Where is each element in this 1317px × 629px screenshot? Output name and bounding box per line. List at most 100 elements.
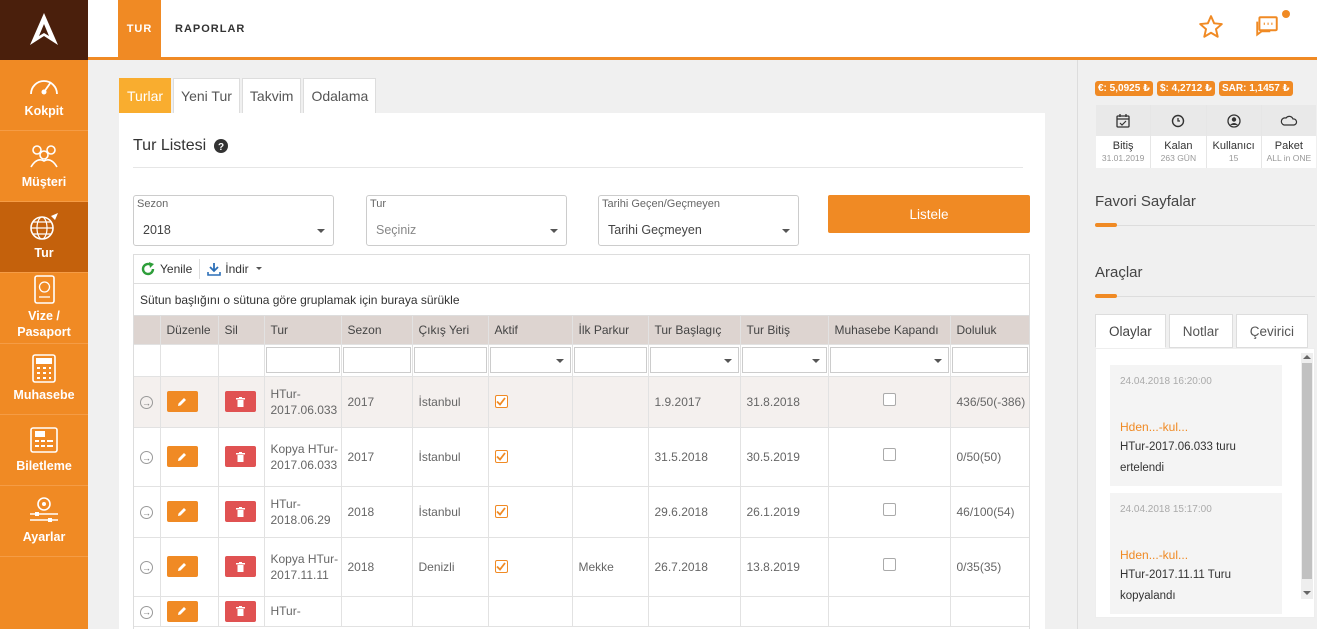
tour-table: Düzenle Sil Tur Sezon Çıkış Yeri Aktif İ… (134, 316, 1029, 627)
column-header[interactable]: Tur Bitiş (740, 316, 829, 345)
sidebar-item-label: Biletleme (16, 459, 72, 474)
delete-button[interactable] (224, 501, 256, 522)
expand-row-icon[interactable]: → (140, 396, 153, 409)
sidebar-item-biletleme[interactable]: Biletleme (0, 415, 88, 486)
refresh-button[interactable]: Yenile (140, 261, 192, 277)
edit-button[interactable] (166, 556, 198, 577)
star-icon[interactable] (1198, 14, 1224, 40)
muhasebe-kapandi-checkbox[interactable] (882, 558, 896, 571)
check-icon (496, 396, 506, 406)
tab-odalama[interactable]: Odalama (303, 78, 377, 113)
filter-bitis-select[interactable] (741, 347, 827, 373)
date-status-select[interactable]: Tarihi Geçen/Geçmeyen Tarihi Geçmeyen (598, 195, 799, 246)
sidebar-item-tur[interactable]: Tur (0, 202, 88, 273)
cell-tur: HTur- (264, 596, 342, 627)
column-header[interactable]: Düzenle (160, 316, 219, 345)
feed-scrollbar[interactable] (1301, 353, 1313, 599)
download-button[interactable]: İndir (207, 262, 264, 276)
sidebar-item-kokpit[interactable]: Kokpit (0, 60, 88, 131)
group-drop-zone[interactable]: Sütun başlığını o sütuna göre gruplamak … (134, 284, 1029, 316)
top-tab-raporlar[interactable]: RAPORLAR (175, 0, 245, 57)
chevron-down-icon (550, 229, 558, 233)
stat-bitis: Bitiş 31.01.2019 (1096, 105, 1152, 168)
chevron-down-icon (811, 359, 820, 363)
tab-olaylar[interactable]: Olaylar (1095, 314, 1166, 348)
cell-tur: HTur-2018.06.29 (264, 486, 342, 538)
muhasebe-kapandi-checkbox[interactable] (882, 448, 896, 461)
chat-icon[interactable] (1254, 14, 1280, 40)
edit-button[interactable] (166, 600, 198, 622)
cell-cikis-yeri: Denizli (412, 537, 489, 597)
tab-cevirici[interactable]: Çevirici (1235, 314, 1309, 348)
filter-baslangic-select[interactable] (649, 347, 739, 373)
tab-turlar[interactable]: Turlar (119, 78, 172, 113)
sidebar-item-muhasebe[interactable]: Muhasebe (0, 344, 88, 415)
scroll-thumb[interactable] (1302, 363, 1312, 579)
chevron-down-icon (782, 229, 790, 233)
sidebar-item-musteri[interactable]: Müşteri (0, 131, 88, 202)
chevron-down-icon (255, 267, 262, 270)
aktif-checkbox[interactable] (494, 394, 508, 408)
delete-button[interactable] (224, 446, 256, 467)
table-row[interactable]: → HTur-2017.06.033 2017 İstanbul 1.9.2017 31.… (134, 376, 1029, 428)
filter-tur-input[interactable] (265, 347, 340, 373)
table-row[interactable]: → HTur-2018.06.29 2018 İstanbul 29.6.2018 26.… (134, 486, 1029, 538)
table-row[interactable]: → Kopya HTur-2017.06.033 2017 İstanbul 31.5.… (134, 427, 1029, 487)
column-header[interactable]: Tur (264, 316, 342, 345)
table-row[interactable]: → Kopya HTur-2017.11.11 2018 Denizli Mekke 26… (134, 537, 1029, 597)
favorites-title: Favori Sayfalar (1095, 193, 1196, 210)
tab-yeni-tur[interactable]: Yeni Tur (173, 78, 240, 113)
column-header[interactable]: Tur Başlagıç (648, 316, 741, 345)
expand-row-icon[interactable]: → (140, 506, 153, 519)
filter-row (134, 344, 1029, 377)
cell-doluluk: 0/35(35) (950, 537, 1029, 597)
help-icon[interactable]: ? (214, 139, 229, 153)
muhasebe-kapandi-checkbox[interactable] (882, 393, 896, 406)
expand-row-icon[interactable]: → (140, 605, 153, 619)
filter-doluluk-input[interactable] (951, 347, 1028, 373)
cell-ilk-parkur: Mekke (572, 537, 649, 597)
filter-kapandi-select[interactable] (829, 347, 949, 373)
app-logo[interactable] (0, 0, 88, 60)
edit-button[interactable] (166, 391, 198, 412)
column-header[interactable]: Aktif (488, 316, 573, 345)
delete-button[interactable] (224, 556, 256, 577)
column-header[interactable]: Muhasebe Kapandı (828, 316, 951, 345)
sidebar-item-vize-pasaport[interactable]: Vize / Pasaport (0, 273, 88, 344)
column-header[interactable]: Sil (218, 316, 265, 345)
tab-takvim[interactable]: Takvim (241, 78, 302, 113)
download-icon (207, 263, 222, 276)
delete-button[interactable] (224, 391, 256, 412)
aktif-checkbox[interactable] (494, 559, 508, 573)
list-button[interactable]: Listele (828, 195, 1030, 233)
event-item[interactable]: 24.04.2018 16:20:00 Hden...-kul... HTur-… (1110, 365, 1282, 486)
season-select[interactable]: Sezon 2018 (133, 195, 334, 246)
column-header[interactable]: Sezon (341, 316, 413, 345)
filter-parkur-input[interactable] (573, 347, 647, 373)
filter-cikis-input[interactable] (413, 347, 487, 373)
filter-aktif-select[interactable] (489, 347, 571, 373)
aktif-checkbox[interactable] (494, 449, 508, 463)
scroll-down-icon[interactable] (1303, 591, 1311, 595)
column-header[interactable]: İlk Parkur (572, 316, 649, 345)
main-content: Turlar Yeni Tur Takvim Odalama Tur Liste… (88, 60, 1076, 629)
filter-sezon-input[interactable] (342, 347, 411, 373)
event-item[interactable]: 24.04.2018 15:17:00 Hden...-kul... HTur-… (1110, 493, 1282, 614)
tab-notlar[interactable]: Notlar (1168, 314, 1233, 348)
edit-button[interactable] (166, 446, 198, 467)
expand-row-icon[interactable]: → (140, 561, 153, 574)
aktif-checkbox[interactable] (494, 504, 508, 518)
tour-select[interactable]: Tur Seçiniz (366, 195, 567, 246)
cell-cikis-yeri: İstanbul (412, 376, 489, 428)
column-header[interactable]: Çıkış Yeri (412, 316, 489, 345)
sidebar-item-ayarlar[interactable]: Ayarlar (0, 486, 88, 557)
scroll-up-icon[interactable] (1303, 355, 1311, 359)
column-header[interactable]: Doluluk (950, 316, 1029, 345)
expand-row-icon[interactable]: → (140, 451, 153, 464)
table-row[interactable]: → HTur- (134, 596, 1029, 627)
events-feed[interactable]: 24.04.2018 16:20:00 Hden...-kul... HTur-… (1095, 348, 1315, 618)
muhasebe-kapandi-checkbox[interactable] (882, 503, 896, 516)
delete-button[interactable] (224, 600, 256, 622)
edit-button[interactable] (166, 501, 198, 522)
top-tab-tur[interactable]: TUR (118, 0, 161, 57)
